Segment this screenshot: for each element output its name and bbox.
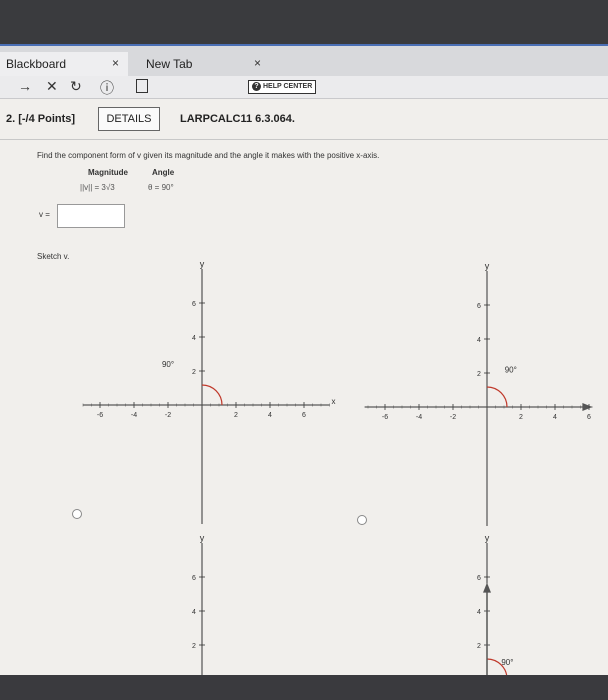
x-tick-label: 6 [587,414,591,421]
vector-arrowhead [483,582,491,593]
angle-label: 90° [501,658,513,667]
close-icon[interactable]: × [112,56,119,70]
y-tick-label: 2 [477,643,481,650]
stop-icon[interactable]: ✕ [46,78,58,95]
forward-icon[interactable]: → [18,78,32,94]
y-tick-label: 4 [192,609,196,616]
x-tick-label: -2 [450,414,456,421]
angle-label: 90° [162,360,174,369]
y-tick-label: 6 [192,575,196,582]
x-tick-label: 4 [268,412,272,419]
help-center-label: HELP CENTER [263,83,313,90]
page-icon[interactable] [136,79,148,93]
help-center-button[interactable]: ? HELP CENTER [248,80,317,94]
graph-options: y 6 4 2 x -6 -4 -2 2 4 6 90° y 6 4 2 -6 -4 -2 2 4 6 90° y 6 4 2 y 6 4… [82,259,593,675]
window-top-chrome [0,0,608,44]
y-axis-label: y [485,533,490,543]
close-icon[interactable]: × [254,56,261,70]
x-tick-label: -4 [416,414,422,421]
tab-label: Blackboard [6,57,67,71]
x-axis-label: x [332,397,336,406]
angle-arc [201,384,223,406]
y-axis-label: y [485,261,490,271]
angle-arc [486,386,508,408]
vector-arrowhead [582,403,593,411]
y-tick-label: 4 [192,335,196,342]
reload-icon[interactable]: ↻ [70,78,82,95]
y-tick-label: 6 [477,303,481,310]
x-tick-label: -6 [97,412,103,419]
y-tick-label: 2 [192,643,196,650]
y-tick-label: 2 [192,369,196,376]
y-tick-label: 6 [477,575,481,582]
tab-label: New Tab [146,57,193,71]
help-icon: ? [252,82,261,91]
tab-bar: Blackboard × New Tab × [0,44,608,78]
tab-blackboard[interactable]: Blackboard × [0,52,128,76]
y-tick-label: 4 [477,609,481,616]
navigation-bar: → ✕ ↻ ⓘ ? HELP CENTER [0,76,608,99]
x-tick-label: -2 [165,412,171,419]
x-tick-label: 4 [553,414,557,421]
angle-label: 90° [505,366,517,375]
x-tick-label: -4 [131,412,137,419]
y-axis-label: y [200,259,205,269]
x-tick-label: 2 [234,412,238,419]
x-tick-label: 6 [302,412,306,419]
x-tick-label: -6 [382,414,388,421]
info-icon[interactable]: ⓘ [100,78,114,98]
y-tick-label: 6 [192,301,196,308]
y-tick-label: 2 [477,371,481,378]
y-axis-label: y [200,533,205,543]
taskbar [0,675,608,700]
tab-new-tab[interactable]: New Tab × [140,52,268,76]
x-tick-label: 2 [519,414,523,421]
y-tick-label: 4 [477,337,481,344]
